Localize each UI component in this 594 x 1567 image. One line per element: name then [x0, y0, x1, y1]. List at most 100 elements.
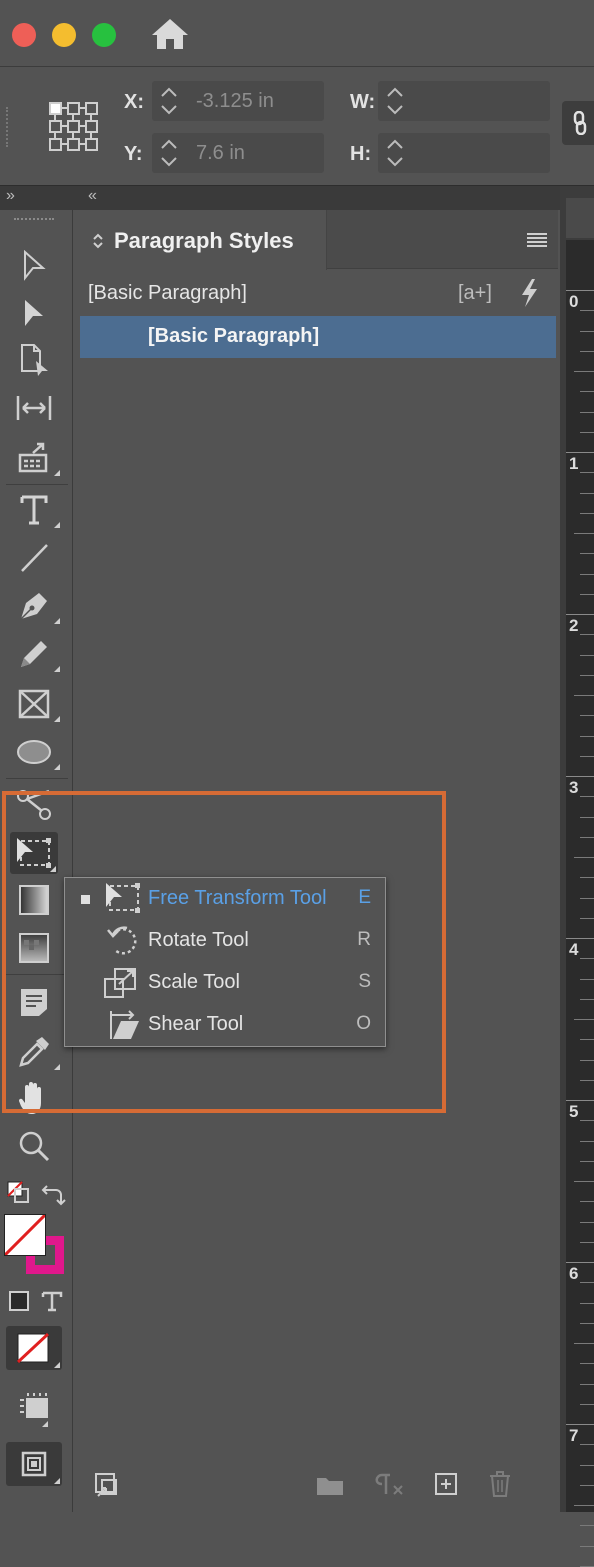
- toolbox-grip[interactable]: [14, 218, 54, 224]
- default-fill-stroke-button[interactable]: [6, 1180, 30, 1209]
- line-tool[interactable]: [12, 538, 56, 578]
- ruler-minor-tick: [574, 1019, 594, 1020]
- clear-overrides-button[interactable]: [370, 1472, 404, 1503]
- selection-tool[interactable]: [12, 246, 56, 286]
- annotation-highlight-box: [2, 791, 446, 1113]
- line-tool-icon: [21, 544, 48, 572]
- x-value[interactable]: -3.125 in: [196, 90, 274, 113]
- constrain-proportions-button[interactable]: [562, 101, 594, 145]
- expand-toolbox-button[interactable]: »: [6, 187, 15, 205]
- ruler-minor-tick: [580, 593, 594, 595]
- ruler-minor-tick: [580, 715, 594, 717]
- text-format-icon: [41, 1291, 63, 1312]
- ruler-minor-tick: [580, 1079, 594, 1081]
- hollow-arrow-icon: [24, 250, 46, 281]
- y-value[interactable]: 7.6 in: [196, 142, 245, 165]
- load-styles-icon: [95, 1473, 117, 1497]
- create-style-from-selection-button[interactable]: [a+]: [458, 282, 492, 305]
- w-field[interactable]: [378, 81, 550, 121]
- ruler-minor-tick: [580, 492, 594, 494]
- w-label: W:: [350, 91, 376, 113]
- control-bar: X: -3.125 in Y: 7.6 in W: H:: [0, 67, 594, 186]
- panel-menu-button[interactable]: [526, 232, 548, 253]
- control-bar-grip[interactable]: [6, 107, 12, 147]
- window-titlebar: [0, 0, 594, 67]
- panel-collapse-bar: » «: [0, 186, 594, 210]
- style-list-item[interactable]: [Basic Paragraph]: [80, 316, 556, 358]
- current-style-label: [Basic Paragraph]: [88, 282, 247, 304]
- ruler-major-tick: [566, 452, 594, 453]
- ruler-minor-tick: [580, 1160, 594, 1162]
- ruler-major-tick: [566, 776, 594, 777]
- close-window-button[interactable]: [12, 23, 36, 47]
- new-style-group-button[interactable]: [316, 1474, 344, 1501]
- hamburger-menu-icon: [527, 233, 547, 247]
- screen-mode-button[interactable]: [14, 1390, 54, 1429]
- swap-fill-stroke-button[interactable]: [40, 1182, 66, 1213]
- ruler-minor-tick: [580, 654, 594, 656]
- chain-link-icon: [573, 111, 587, 135]
- ruler-major-tick: [566, 1262, 594, 1263]
- panel-toggle-icon[interactable]: [92, 232, 104, 250]
- pencil-tool[interactable]: [12, 634, 60, 674]
- quick-apply-button[interactable]: [518, 278, 540, 313]
- ruler-major-tick: [566, 1424, 594, 1425]
- w-stepper-icon[interactable]: [378, 81, 412, 121]
- ruler-minor-tick: [574, 533, 594, 534]
- direct-selection-tool[interactable]: [12, 294, 56, 334]
- type-tool[interactable]: [12, 490, 60, 530]
- rectangle-frame-icon: [18, 689, 50, 719]
- gap-tool[interactable]: [12, 388, 56, 428]
- y-stepper-icon[interactable]: [152, 133, 186, 173]
- minimize-window-button[interactable]: [52, 23, 76, 47]
- formatting-affects-text-button[interactable]: [40, 1290, 64, 1317]
- y-label: Y:: [124, 143, 143, 165]
- trash-icon: [490, 1471, 510, 1497]
- content-collector-tool[interactable]: [12, 438, 60, 478]
- delete-style-button[interactable]: [488, 1470, 512, 1503]
- apply-none-button[interactable]: [6, 1326, 62, 1370]
- ruler-minor-tick: [580, 310, 594, 312]
- default-fill-stroke-icon: [7, 1181, 29, 1203]
- pen-tool[interactable]: [12, 586, 60, 626]
- page-tool[interactable]: [12, 340, 56, 380]
- vertical-ruler[interactable]: 0 1 2 3 4 5 6 7: [566, 240, 594, 1567]
- ruler-minor-tick: [580, 1484, 594, 1486]
- zoom-tool[interactable]: [12, 1126, 56, 1166]
- type-tool-icon: [20, 495, 48, 525]
- x-field[interactable]: -3.125 in: [152, 81, 324, 121]
- new-style-button[interactable]: [434, 1472, 458, 1501]
- ruler-minor-tick: [580, 897, 594, 899]
- h-stepper-icon[interactable]: [378, 133, 412, 173]
- ruler-minor-tick: [580, 1221, 594, 1223]
- apply-none-icon: [17, 1333, 49, 1363]
- ruler-label: 4: [569, 940, 579, 959]
- ruler-label: 6: [569, 1264, 579, 1283]
- x-stepper-icon[interactable]: [152, 81, 186, 121]
- ruler-minor-tick: [580, 1201, 594, 1203]
- ruler-minor-tick: [574, 695, 594, 696]
- ruler-minor-tick: [574, 857, 594, 858]
- ruler-label: 7: [569, 1426, 579, 1445]
- style-mapping-button[interactable]: [94, 1472, 120, 1503]
- ruler-minor-tick: [580, 877, 594, 879]
- tab-paragraph-styles[interactable]: Paragraph Styles: [78, 210, 327, 270]
- h-field[interactable]: [378, 133, 550, 173]
- preview-mode-button[interactable]: [6, 1442, 62, 1486]
- formatting-affects-container-button[interactable]: [8, 1290, 32, 1317]
- ruler-minor-tick: [574, 1181, 594, 1182]
- zoom-window-button[interactable]: [92, 23, 116, 47]
- ruler-minor-tick: [580, 1039, 594, 1041]
- y-field[interactable]: 7.6 in: [152, 133, 324, 173]
- container-format-icon: [9, 1291, 29, 1311]
- collapse-panel-button[interactable]: «: [88, 187, 97, 205]
- fill-stroke-swatches[interactable]: [4, 1214, 66, 1276]
- ruler-minor-tick: [580, 1322, 594, 1324]
- reference-point-icon[interactable]: [48, 101, 100, 158]
- fill-swatch-none[interactable]: [4, 1214, 46, 1256]
- ruler-minor-tick: [580, 1444, 594, 1446]
- rectangle-frame-tool[interactable]: [12, 684, 60, 724]
- ruler-minor-tick: [580, 512, 594, 514]
- home-icon[interactable]: [150, 17, 190, 56]
- ellipse-tool[interactable]: [12, 732, 60, 772]
